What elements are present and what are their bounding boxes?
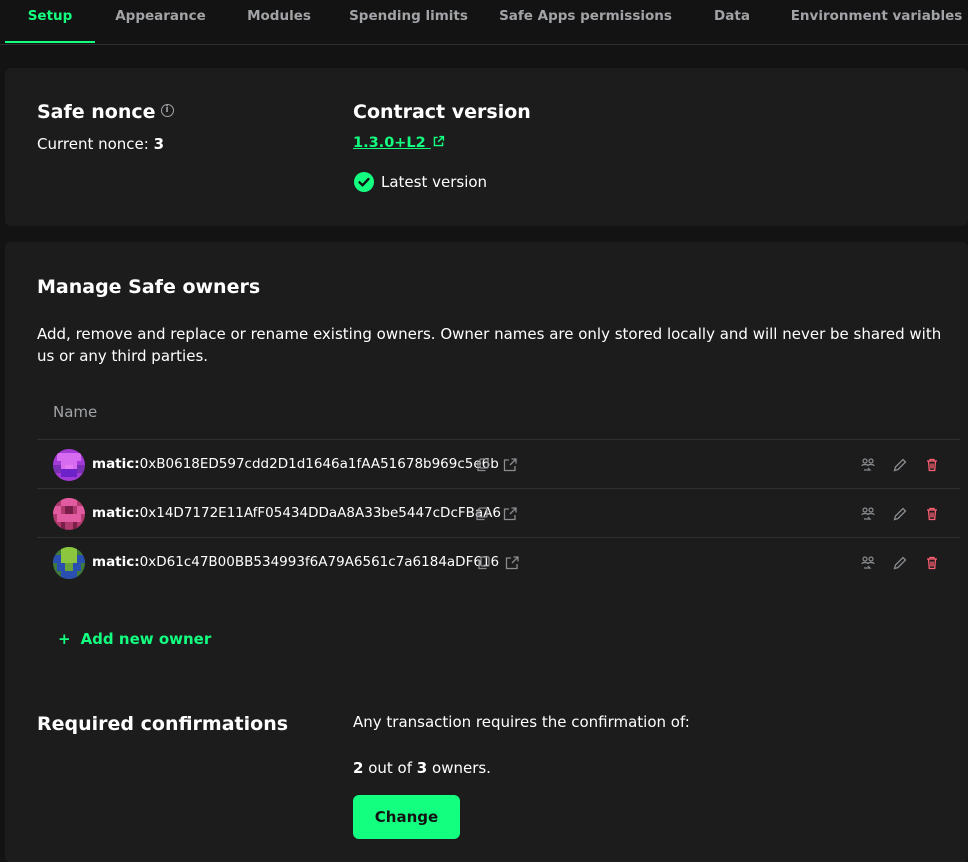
owner-address-value: 0xD61c47B00BB534993f6A79A6561c7a6184aDF6… (139, 554, 500, 570)
owner-chain-prefix: matic: (92, 505, 140, 521)
external-link-icon (433, 135, 444, 147)
threshold-total: 3 (416, 759, 428, 777)
owner-address-value: 0xB0618ED597cdd2D1d1646a1fAA51678b969c5e… (139, 456, 499, 472)
owner-row: matic:0x14D7172E11AfF05434DDaA8A33be5447… (37, 489, 960, 538)
owner-avatar (53, 547, 85, 579)
threshold-suffix: owners. (432, 759, 491, 777)
owner-chain-prefix: matic: (92, 554, 140, 570)
current-nonce-label: Current nonce: (37, 135, 149, 153)
replace-owner-icon[interactable] (860, 457, 876, 473)
contract-version-heading: Contract version (353, 101, 531, 123)
delete-icon[interactable] (924, 555, 940, 571)
add-new-owner-label: Add new owner (80, 630, 212, 648)
external-link-icon[interactable] (502, 457, 518, 473)
owner-avatar (53, 449, 85, 481)
required-confirmations-title: Required confirmations (37, 713, 289, 735)
manage-owners-title: Manage Safe owners (37, 276, 261, 298)
external-link-icon[interactable] (502, 506, 518, 522)
copy-icon[interactable] (474, 506, 490, 522)
current-nonce: Current nonce: 3 (37, 135, 164, 153)
replace-owner-icon[interactable] (860, 506, 876, 522)
active-tab-indicator (5, 41, 95, 43)
add-new-owner-button[interactable]: + Add new owner (58, 630, 211, 648)
threshold-required: 2 (353, 759, 364, 777)
settings-tabs: Setup Appearance Modules Spending limits… (0, 0, 968, 45)
owner-address: matic:0xB0618ED597cdd2D1d1646a1fAA51678b… (92, 456, 499, 472)
edit-icon[interactable] (892, 457, 908, 473)
tab-modules[interactable]: Modules (236, 0, 322, 43)
plus-icon: + (58, 630, 71, 648)
info-icon[interactable]: i (160, 104, 174, 117)
owner-avatar (53, 498, 85, 530)
contract-version-value: 1.3.0+L2 (353, 135, 426, 151)
tab-safe-apps-permissions[interactable]: Safe Apps permissions (495, 0, 676, 43)
confirmations-threshold: 2 out of 3 owners. (353, 759, 491, 777)
tab-setup[interactable]: Setup (5, 0, 95, 43)
safe-nonce-heading: Safe nonce i (37, 101, 174, 123)
threshold-out-of: out of (368, 759, 413, 777)
current-nonce-value: 3 (153, 135, 165, 153)
owner-address: matic:0xD61c47B00BB534993f6A79A6561c7a61… (92, 554, 499, 570)
owner-chain-prefix: matic: (92, 456, 140, 472)
tab-environment-variables[interactable]: Environment variables (790, 0, 963, 43)
copy-icon[interactable] (475, 457, 491, 473)
owner-row: matic:0xD61c47B00BB534993f6A79A6561c7a61… (37, 538, 960, 587)
owners-description: Add, remove and replace or rename existi… (37, 325, 942, 365)
owner-row: matic:0xB0618ED597cdd2D1d1646a1fAA51678b… (37, 440, 960, 489)
latest-version-status: Latest version (381, 173, 488, 191)
check-circle-icon (354, 172, 374, 192)
contract-version-link[interactable]: 1.3.0+L2 (353, 135, 445, 151)
replace-owner-icon[interactable] (860, 555, 876, 571)
edit-icon[interactable] (892, 506, 908, 522)
safe-nonce-title: Safe nonce (37, 101, 156, 123)
copy-icon[interactable] (476, 555, 492, 571)
delete-icon[interactable] (924, 506, 940, 522)
external-link-icon[interactable] (504, 555, 520, 571)
confirmations-intro: Any transaction requires the confirmatio… (353, 713, 690, 731)
tab-data[interactable]: Data (703, 0, 761, 43)
tab-appearance[interactable]: Appearance (110, 0, 211, 43)
owners-column-name: Name (53, 403, 98, 421)
tab-spending-limits[interactable]: Spending limits (348, 0, 469, 43)
owner-address-value: 0x14D7172E11AfF05434DDaA8A33be5447cDcFBa… (139, 505, 502, 521)
edit-icon[interactable] (892, 555, 908, 571)
delete-icon[interactable] (924, 457, 940, 473)
change-threshold-button[interactable]: Change (353, 795, 460, 839)
owner-address: matic:0x14D7172E11AfF05434DDaA8A33be5447… (92, 505, 501, 521)
